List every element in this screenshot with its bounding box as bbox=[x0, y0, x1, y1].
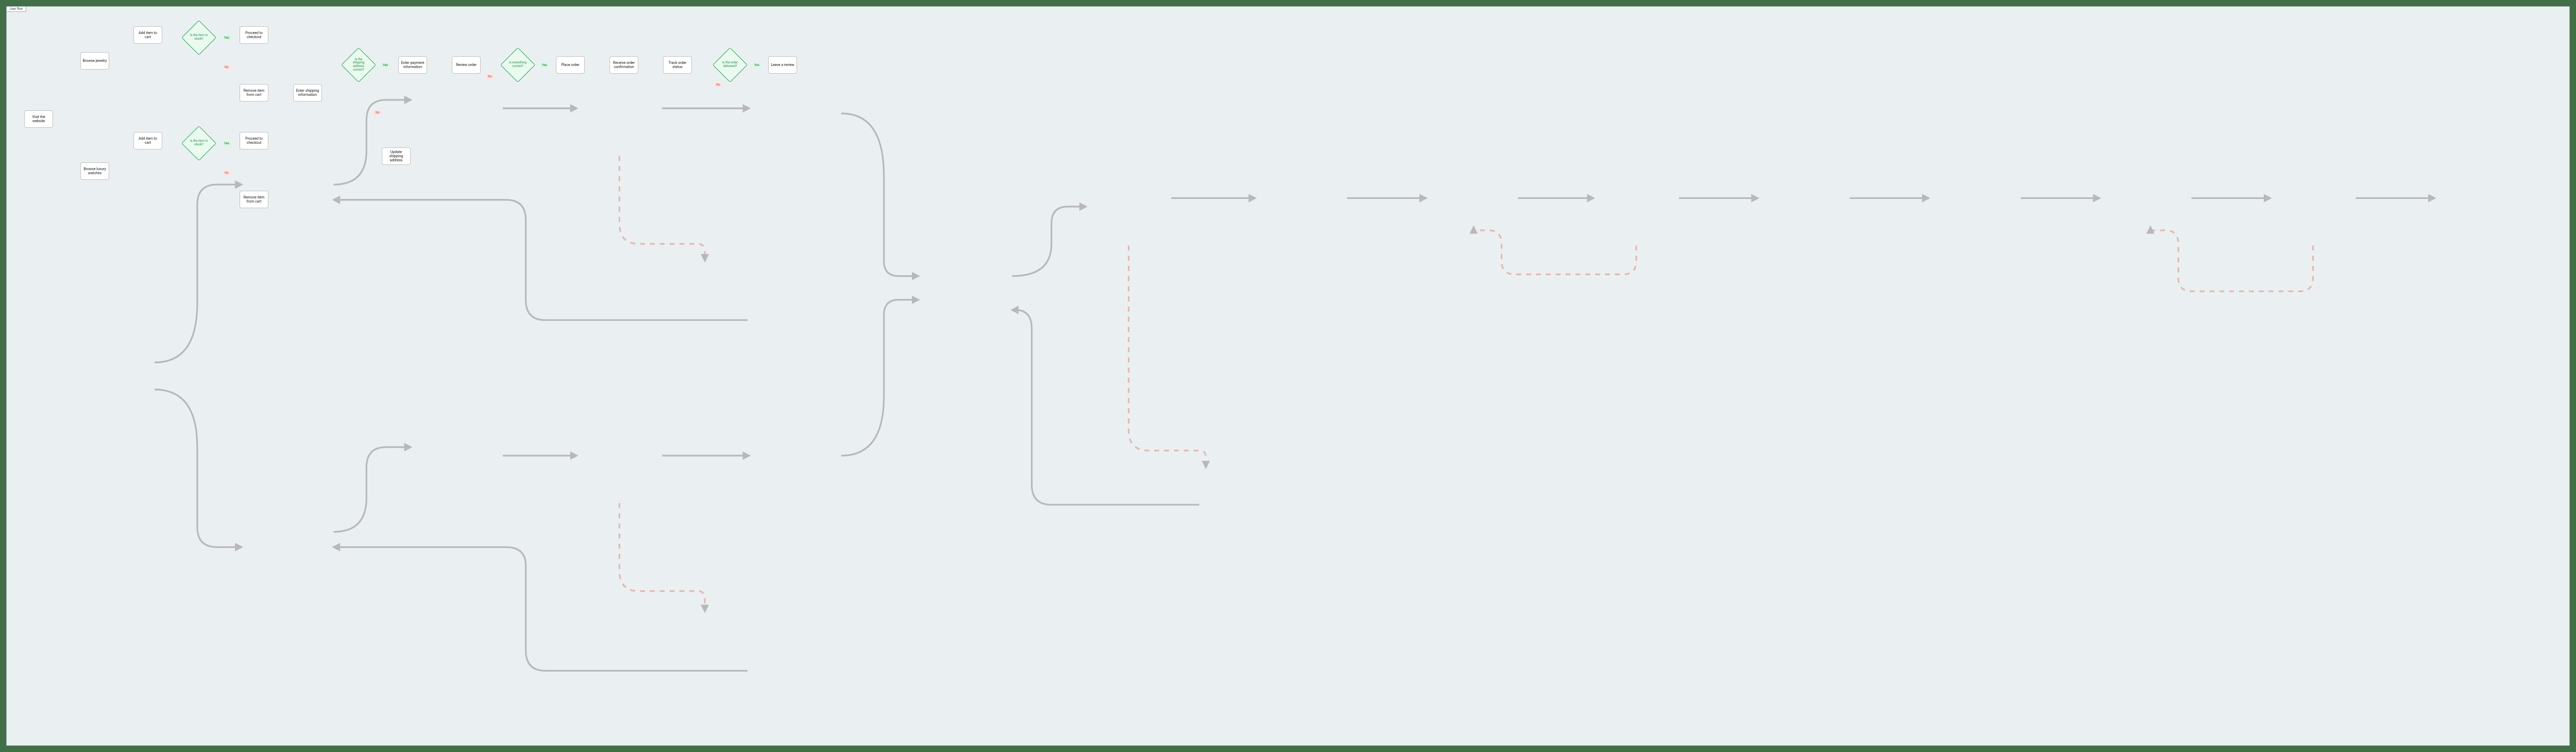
label-yes: Yes bbox=[222, 36, 231, 40]
node-browse-watches[interactable]: Browse luxury watches bbox=[80, 162, 109, 180]
node-add-to-cart-1[interactable]: Add item to cart bbox=[133, 26, 162, 44]
node-enter-payment[interactable]: Enter payment information bbox=[398, 56, 427, 74]
label-no: No bbox=[374, 110, 382, 115]
edges bbox=[7, 7, 2569, 745]
node-place-order[interactable]: Place order bbox=[556, 56, 585, 74]
node-track-status[interactable]: Track order status bbox=[663, 56, 692, 74]
node-remove-cart-1[interactable]: Remove item from cart bbox=[240, 84, 268, 102]
node-update-shipping[interactable]: Update shipping address bbox=[382, 147, 411, 165]
decision-everything-correct[interactable]: Is everything correct? bbox=[505, 53, 530, 77]
node-remove-cart-2[interactable]: Remove item from cart bbox=[240, 191, 268, 208]
node-enter-shipping[interactable]: Enter shipping information bbox=[293, 84, 322, 102]
node-visit-website[interactable]: Visit the website bbox=[24, 110, 53, 128]
node-receive-confirmation[interactable]: Receive order confirmation bbox=[609, 56, 638, 74]
label-no: No bbox=[223, 171, 231, 175]
label-no: No bbox=[223, 65, 231, 70]
label-no: No bbox=[714, 82, 722, 87]
decision-in-stock-2[interactable]: Is the item in stock? bbox=[187, 131, 211, 156]
diagram-frame: User flow bbox=[6, 6, 2570, 746]
label-yes: Yes bbox=[752, 63, 761, 68]
decision-in-stock-1[interactable]: Is the item in stock? bbox=[187, 25, 211, 50]
node-checkout-1[interactable]: Proceed to checkout bbox=[240, 26, 268, 44]
node-add-to-cart-2[interactable]: Add item to cart bbox=[133, 132, 162, 149]
decision-shipping-correct[interactable]: Is the shipping address correct? bbox=[346, 53, 371, 77]
label-no: No bbox=[486, 74, 494, 79]
frame-title: User flow bbox=[7, 7, 26, 12]
node-browse-jewelry[interactable]: Browse jewelry bbox=[80, 52, 109, 70]
node-checkout-2[interactable]: Proceed to checkout bbox=[240, 132, 268, 149]
node-leave-review[interactable]: Leave a review bbox=[768, 56, 797, 74]
label-yes: Yes bbox=[540, 63, 549, 68]
label-yes: Yes bbox=[222, 141, 231, 146]
decision-order-delivered[interactable]: Is the order delivered? bbox=[718, 53, 742, 77]
label-yes: Yes bbox=[381, 63, 390, 68]
node-review-order[interactable]: Review order bbox=[452, 56, 481, 74]
